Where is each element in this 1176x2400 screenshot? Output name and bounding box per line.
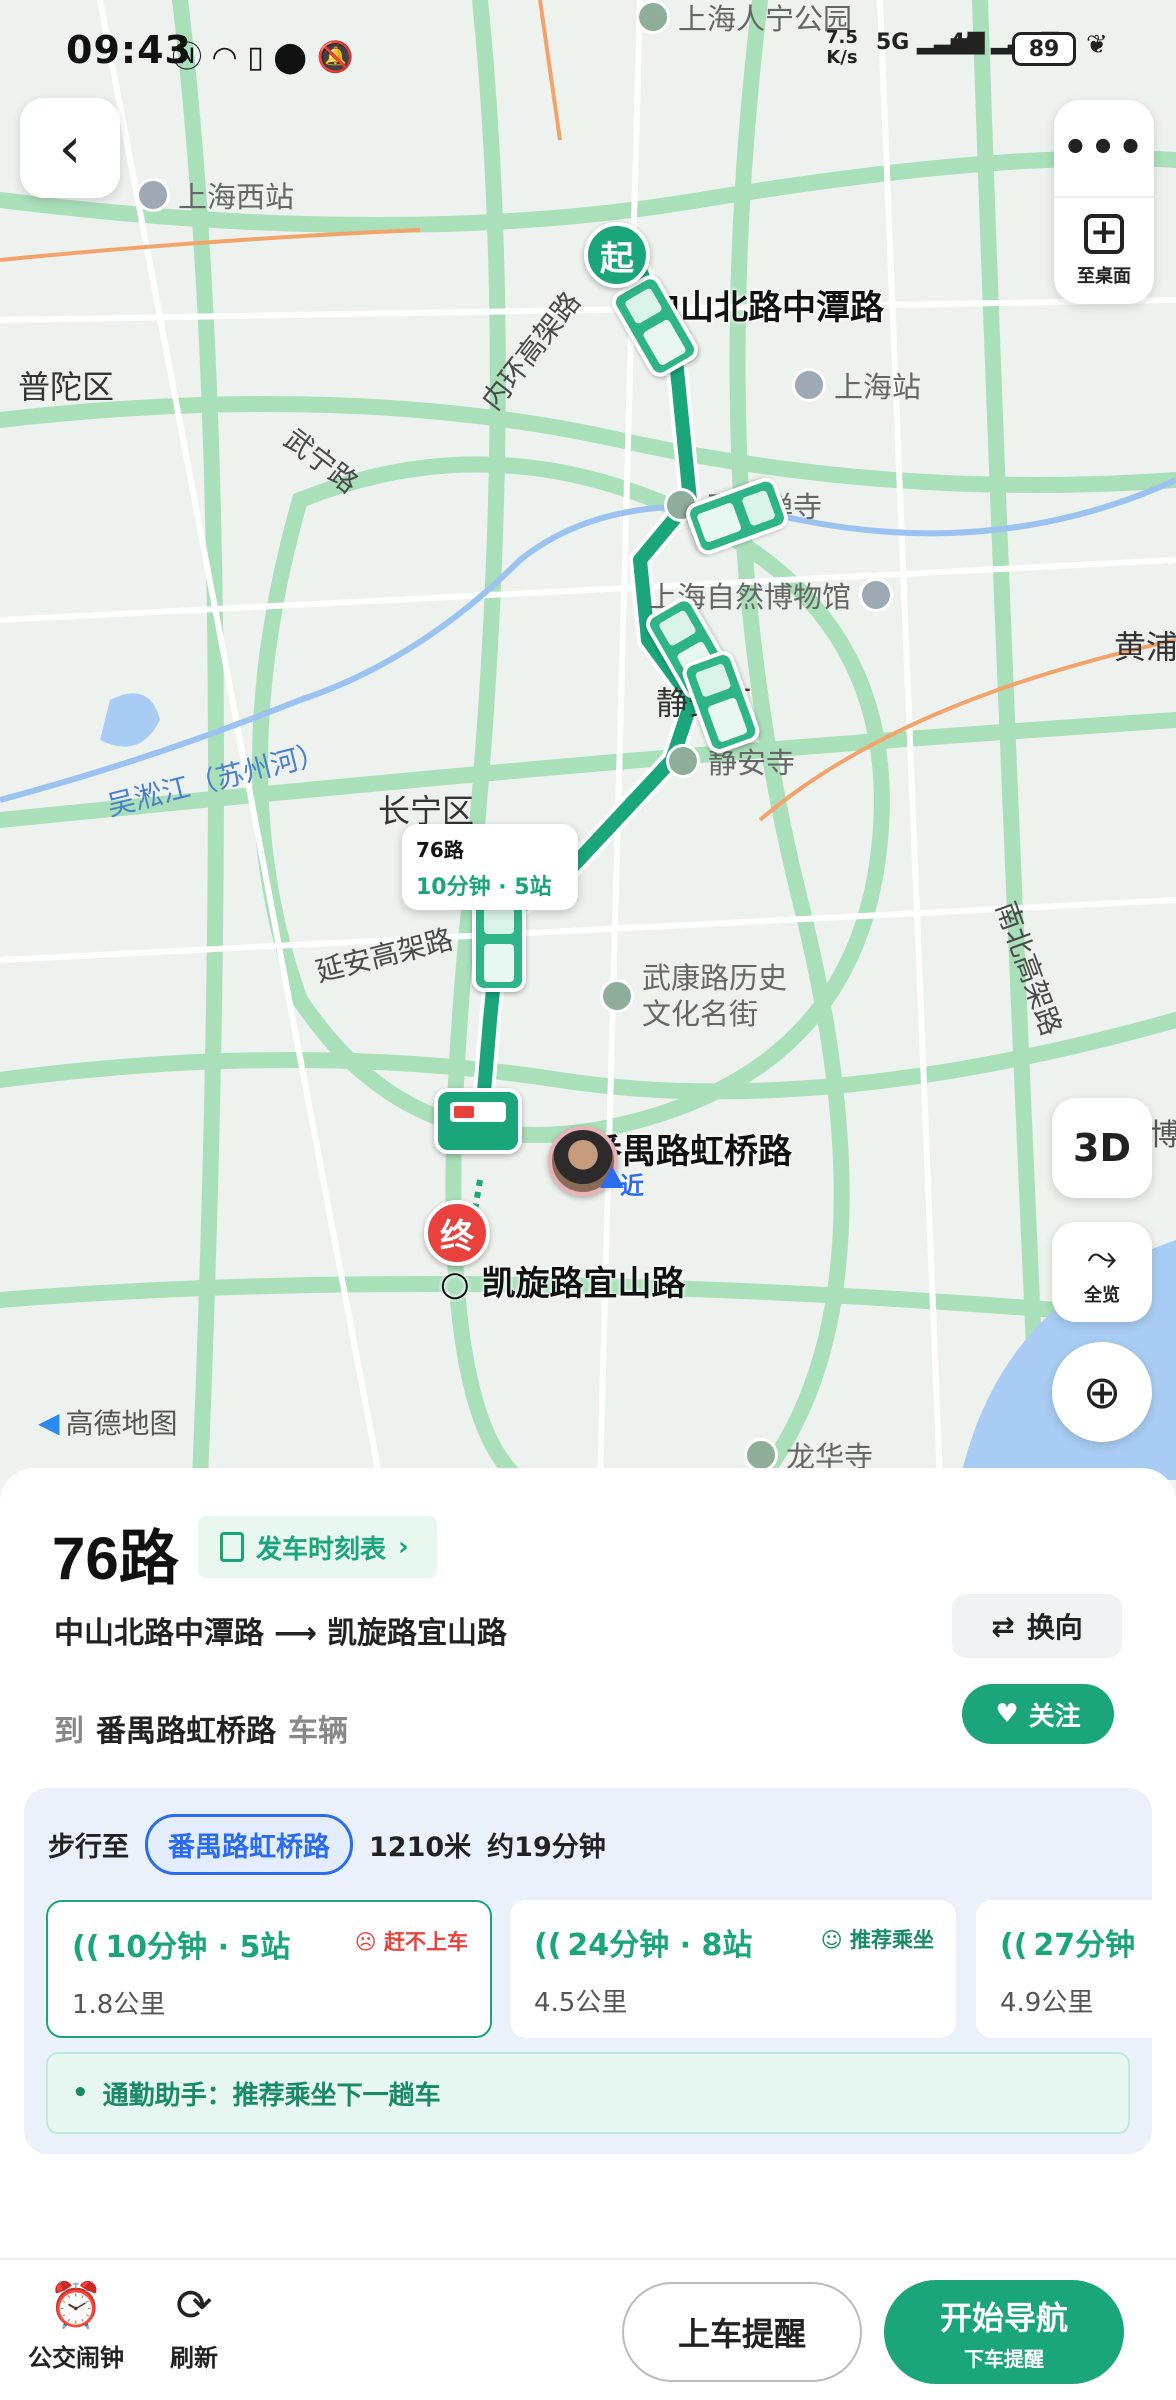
poi-shanghai-west[interactable]: 上海西站 bbox=[136, 174, 294, 216]
destination-row: 到番禺路虹桥路 车辆 bbox=[54, 1714, 348, 1749]
status-badge: ☹ 赶不上车 bbox=[354, 1930, 468, 1954]
status-badge: ☺ 推荐乘坐 bbox=[820, 1928, 934, 1952]
bottom-action-bar: ⏰ 公交闹钟 ⟳ 刷新 上车提醒 开始导航 下车提醒 bbox=[0, 2258, 1176, 2400]
overview-button[interactable]: ⤳ 全览 bbox=[1052, 1222, 1152, 1322]
heart-icon: ♥ bbox=[995, 1699, 1019, 1729]
bus-stop-icon[interactable] bbox=[434, 1088, 522, 1154]
leaf-icon: ❦ bbox=[1086, 30, 1108, 60]
mute-bell-icon: 🔕 bbox=[316, 40, 354, 75]
walk-row: 步行至 番禺路虹桥路 1210米 约19分钟 bbox=[48, 1814, 606, 1875]
board-reminder-button[interactable]: 上车提醒 bbox=[622, 2282, 862, 2382]
crosshair-icon: ⊕ bbox=[1082, 1365, 1122, 1419]
net-speed: 7.5 K/s bbox=[826, 27, 858, 68]
3d-toggle-button[interactable]: 3D bbox=[1052, 1098, 1152, 1198]
locate-button[interactable]: ⊕ bbox=[1052, 1342, 1152, 1442]
more-button[interactable]: ••• bbox=[1054, 100, 1154, 196]
start-navigation-button[interactable]: 开始导航 下车提醒 bbox=[884, 2280, 1124, 2384]
arrival-card[interactable]: ((27分钟 4.9公里 bbox=[976, 1900, 1152, 2038]
bus-eta-callout[interactable]: 76路 10分钟 · 5站 bbox=[402, 824, 578, 910]
heading-arrow-icon bbox=[600, 1166, 624, 1188]
callout-route: 76路 bbox=[416, 838, 464, 862]
realtime-signal-icon: (( bbox=[72, 1930, 100, 1965]
stop-label-end: ○ 凯旋路宜山路 bbox=[440, 1264, 686, 1304]
refresh-button[interactable]: ⟳ 刷新 bbox=[170, 2282, 218, 2373]
temple-icon bbox=[744, 1438, 778, 1472]
amap-arrow-icon: ◀ bbox=[38, 1405, 60, 1439]
rail-icon bbox=[792, 368, 826, 402]
destination-stop: 番禺路虹桥路 bbox=[96, 1714, 276, 1749]
map-menu-group: ••• + 至桌面 bbox=[1054, 100, 1154, 304]
poi-shanghai-station[interactable]: 上海站 bbox=[792, 364, 921, 406]
poi-wukang[interactable]: 武康路历史 文化名街 bbox=[600, 960, 787, 1032]
headset-icon: ◠ bbox=[211, 40, 238, 75]
route-name: 76路 bbox=[52, 1525, 179, 1592]
clipboard-icon bbox=[220, 1532, 244, 1562]
arrival-card[interactable]: ((24分钟 · 8站 ☺ 推荐乘坐 4.5公里 bbox=[510, 1900, 956, 2038]
nfc-icon: Ⓝ bbox=[172, 40, 202, 75]
location-icon: ⬤ bbox=[273, 40, 307, 75]
back-button[interactable]: ‹ bbox=[20, 98, 120, 198]
route-overview-icon: ⤳ bbox=[1086, 1235, 1118, 1279]
arrival-card[interactable]: ((10分钟 · 5站 ☹ 赶不上车 1.8公里 bbox=[46, 1900, 492, 2038]
commute-assistant-banner[interactable]: • 通勤助手：推荐乘坐下一趟车 bbox=[46, 2052, 1130, 2134]
refresh-icon: ⟳ bbox=[175, 2280, 213, 2331]
swap-icon: ⇄ bbox=[991, 1609, 1015, 1643]
bus-alarm-button[interactable]: ⏰ 公交闹钟 bbox=[28, 2282, 124, 2373]
follow-button[interactable]: ♥ 关注 bbox=[962, 1684, 1114, 1744]
museum-icon bbox=[859, 578, 894, 612]
status-bar: 09:43 Ⓝ ◠ ▯ ⬤ 🔕 7.5 K/s 5G ▂▃▅▇ 4G ▂▃▅▇ … bbox=[0, 0, 1176, 100]
end-pin[interactable]: 终 bbox=[424, 1200, 490, 1266]
battery-indicator: 89 bbox=[1012, 32, 1076, 66]
landmark-icon bbox=[600, 979, 634, 1013]
arrow-right-icon: ⟶ bbox=[274, 1616, 318, 1651]
callout-eta: 10分钟 · 5站 bbox=[416, 875, 552, 900]
reverse-direction-button[interactable]: ⇄ 换向 bbox=[952, 1594, 1122, 1658]
label-putuo: 普陀区 bbox=[18, 368, 115, 406]
route-detail-panel: 76路 发车时刻表 › 中山北路中潭路 ⟶ 凯旋路宜山路 ⇄ 换向 到番禺路虹桥路车… bbox=[0, 1468, 1176, 2258]
bus-icon[interactable] bbox=[472, 896, 526, 992]
label-bo: 博 bbox=[1150, 1118, 1176, 1153]
add-to-desktop-button[interactable]: + 至桌面 bbox=[1054, 196, 1154, 304]
realtime-signal-icon: (( bbox=[534, 1928, 562, 1963]
more-dots-icon: ••• bbox=[1062, 125, 1146, 171]
start-pin[interactable]: 起 bbox=[584, 222, 650, 288]
status-icons: Ⓝ ◠ ▯ ⬤ 🔕 bbox=[172, 32, 354, 76]
phone-icon: ▯ bbox=[247, 40, 264, 75]
alarm-clock-icon: ⏰ bbox=[48, 2280, 104, 2331]
chevron-left-icon: ‹ bbox=[58, 115, 82, 181]
map-view[interactable]: 上海西站 普陀区 内环高架路 武宁路 中山北路中潭路 上海站 玉佛禅寺 上海自然… bbox=[0, 0, 1176, 1480]
route-direction: 中山北路中潭路 ⟶ 凯旋路宜山路 bbox=[54, 1616, 508, 1651]
walk-stop-chip[interactable]: 番禺路虹桥路 bbox=[145, 1814, 353, 1875]
amap-logo: ◀ 高德地图 bbox=[38, 1405, 178, 1441]
walk-to-stop-card: 步行至 番禺路虹桥路 1210米 约19分钟 ((10分钟 · 5站 ☹ 赶不上… bbox=[24, 1788, 1152, 2154]
temple-icon bbox=[666, 744, 700, 778]
label-huangpu: 黄浦 bbox=[1114, 628, 1176, 666]
timetable-button[interactable]: 发车时刻表 › bbox=[198, 1516, 437, 1578]
realtime-signal-icon: (( bbox=[1000, 1928, 1028, 1963]
rail-icon bbox=[136, 178, 170, 212]
bullet-dot-icon: • bbox=[72, 2078, 89, 2108]
add-square-icon: + bbox=[1084, 214, 1124, 254]
chevron-right-icon: › bbox=[398, 1532, 409, 1562]
